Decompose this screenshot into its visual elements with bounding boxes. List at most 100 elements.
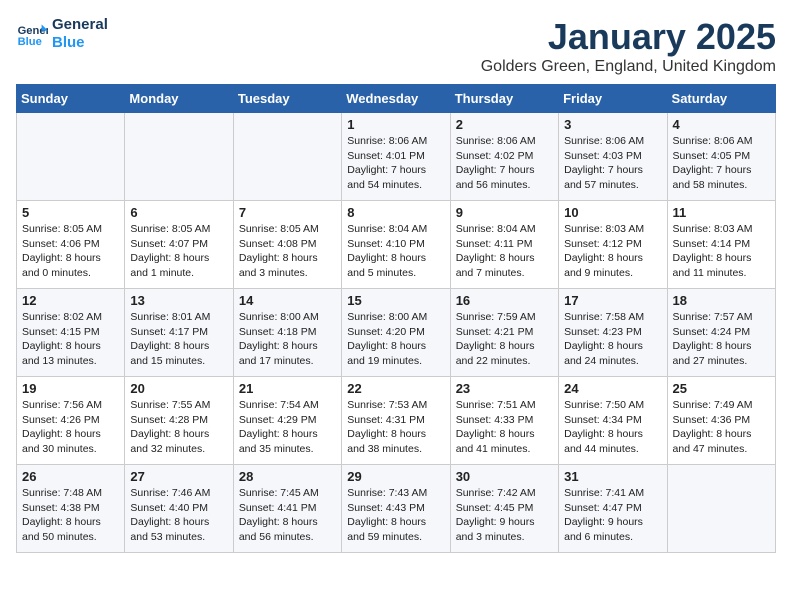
calendar-cell bbox=[667, 465, 775, 553]
day-header-saturday: Saturday bbox=[667, 85, 775, 113]
calendar-cell: 8Sunrise: 8:04 AMSunset: 4:10 PMDaylight… bbox=[342, 201, 450, 289]
calendar-cell: 13Sunrise: 8:01 AMSunset: 4:17 PMDayligh… bbox=[125, 289, 233, 377]
calendar-cell: 9Sunrise: 8:04 AMSunset: 4:11 PMDaylight… bbox=[450, 201, 558, 289]
day-number: 2 bbox=[456, 117, 553, 132]
cell-content: Sunrise: 7:59 AMSunset: 4:21 PMDaylight:… bbox=[456, 310, 553, 369]
calendar-table: SundayMondayTuesdayWednesdayThursdayFrid… bbox=[16, 84, 776, 553]
calendar-cell: 29Sunrise: 7:43 AMSunset: 4:43 PMDayligh… bbox=[342, 465, 450, 553]
calendar-week-5: 26Sunrise: 7:48 AMSunset: 4:38 PMDayligh… bbox=[17, 465, 776, 553]
cell-content: Sunrise: 8:00 AMSunset: 4:18 PMDaylight:… bbox=[239, 310, 336, 369]
logo-icon: General Blue bbox=[16, 18, 48, 50]
cell-content: Sunrise: 8:00 AMSunset: 4:20 PMDaylight:… bbox=[347, 310, 444, 369]
day-number: 1 bbox=[347, 117, 444, 132]
day-number: 30 bbox=[456, 469, 553, 484]
page-header: General Blue General Blue January 2025 G… bbox=[16, 16, 776, 76]
calendar-cell bbox=[17, 113, 125, 201]
cell-content: Sunrise: 8:03 AMSunset: 4:14 PMDaylight:… bbox=[673, 222, 770, 281]
day-number: 7 bbox=[239, 205, 336, 220]
main-title: January 2025 bbox=[481, 16, 776, 58]
cell-content: Sunrise: 8:02 AMSunset: 4:15 PMDaylight:… bbox=[22, 310, 119, 369]
calendar-cell: 15 Sunrise: 8:00 AMSunset: 4:20 PMDayligh… bbox=[342, 289, 450, 377]
calendar-cell: 25 Sunrise: 7:49 AMSunset: 4:36 PMDayligh… bbox=[667, 377, 775, 465]
cell-content: Sunrise: 7:53 AMSunset: 4:31 PMDaylight:… bbox=[347, 398, 444, 457]
day-header-tuesday: Tuesday bbox=[233, 85, 341, 113]
svg-text:Blue: Blue bbox=[18, 36, 42, 48]
cell-content: Sunrise: 7:57 AMSunset: 4:24 PMDaylight:… bbox=[673, 310, 770, 369]
cell-content: Sunrise: 8:06 AMSunset: 4:05 PMDaylight:… bbox=[673, 134, 770, 193]
calendar-cell: 1 Sunrise: 8:06 AMSunset: 4:01 PMDaylight… bbox=[342, 113, 450, 201]
cell-content: Sunrise: 7:46 AMSunset: 4:40 PMDaylight:… bbox=[130, 486, 227, 545]
cell-content: Sunrise: 8:03 AMSunset: 4:12 PMDaylight:… bbox=[564, 222, 661, 281]
day-number: 5 bbox=[22, 205, 119, 220]
logo-line1: General bbox=[52, 16, 108, 34]
cell-content: Sunrise: 8:06 AMSunset: 4:02 PMDaylight:… bbox=[456, 134, 553, 193]
calendar-header-row: SundayMondayTuesdayWednesdayThursdayFrid… bbox=[17, 85, 776, 113]
calendar-cell: 24Sunrise: 7:50 AMSunset: 4:34 PMDayligh… bbox=[559, 377, 667, 465]
calendar-cell: 14 Sunrise: 8:00 AMSunset: 4:18 PMDayligh… bbox=[233, 289, 341, 377]
day-header-monday: Monday bbox=[125, 85, 233, 113]
cell-content: Sunrise: 7:49 AMSunset: 4:36 PMDaylight:… bbox=[673, 398, 770, 457]
calendar-cell: 22 Sunrise: 7:53 AMSunset: 4:31 PMDayligh… bbox=[342, 377, 450, 465]
day-number: 4 bbox=[673, 117, 770, 132]
day-header-sunday: Sunday bbox=[17, 85, 125, 113]
day-number: 18 bbox=[673, 293, 770, 308]
day-number: 25 bbox=[673, 381, 770, 396]
calendar-cell: 30Sunrise: 7:42 AMSunset: 4:45 PMDayligh… bbox=[450, 465, 558, 553]
day-number: 22 bbox=[347, 381, 444, 396]
calendar-week-3: 12Sunrise: 8:02 AMSunset: 4:15 PMDayligh… bbox=[17, 289, 776, 377]
calendar-cell: 11 Sunrise: 8:03 AMSunset: 4:14 PMDayligh… bbox=[667, 201, 775, 289]
day-number: 31 bbox=[564, 469, 661, 484]
logo: General Blue General Blue bbox=[16, 16, 108, 52]
calendar-cell: 7 Sunrise: 8:05 AMSunset: 4:08 PMDaylight… bbox=[233, 201, 341, 289]
calendar-cell: 21 Sunrise: 7:54 AMSunset: 4:29 PMDayligh… bbox=[233, 377, 341, 465]
calendar-cell: 19Sunrise: 7:56 AMSunset: 4:26 PMDayligh… bbox=[17, 377, 125, 465]
cell-content: Sunrise: 7:50 AMSunset: 4:34 PMDaylight:… bbox=[564, 398, 661, 457]
calendar-cell: 10 Sunrise: 8:03 AMSunset: 4:12 PMDayligh… bbox=[559, 201, 667, 289]
day-number: 16 bbox=[456, 293, 553, 308]
title-block: January 2025 Golders Green, England, Uni… bbox=[481, 16, 776, 76]
cell-content: Sunrise: 7:43 AMSunset: 4:43 PMDaylight:… bbox=[347, 486, 444, 545]
cell-content: Sunrise: 8:05 AMSunset: 4:08 PMDaylight:… bbox=[239, 222, 336, 281]
calendar-week-1: 1 Sunrise: 8:06 AMSunset: 4:01 PMDaylight… bbox=[17, 113, 776, 201]
calendar-week-4: 19Sunrise: 7:56 AMSunset: 4:26 PMDayligh… bbox=[17, 377, 776, 465]
calendar-cell: 18 Sunrise: 7:57 AMSunset: 4:24 PMDayligh… bbox=[667, 289, 775, 377]
calendar-cell: 26Sunrise: 7:48 AMSunset: 4:38 PMDayligh… bbox=[17, 465, 125, 553]
day-number: 21 bbox=[239, 381, 336, 396]
day-number: 17 bbox=[564, 293, 661, 308]
day-number: 9 bbox=[456, 205, 553, 220]
day-number: 14 bbox=[239, 293, 336, 308]
day-number: 20 bbox=[130, 381, 227, 396]
day-number: 11 bbox=[673, 205, 770, 220]
calendar-cell: 20 Sunrise: 7:55 AMSunset: 4:28 PMDayligh… bbox=[125, 377, 233, 465]
calendar-cell: 6 Sunrise: 8:05 AMSunset: 4:07 PMDaylight… bbox=[125, 201, 233, 289]
cell-content: Sunrise: 7:48 AMSunset: 4:38 PMDaylight:… bbox=[22, 486, 119, 545]
day-number: 28 bbox=[239, 469, 336, 484]
calendar-week-2: 5Sunrise: 8:05 AMSunset: 4:06 PMDaylight… bbox=[17, 201, 776, 289]
cell-content: Sunrise: 7:55 AMSunset: 4:28 PMDaylight:… bbox=[130, 398, 227, 457]
day-number: 13 bbox=[130, 293, 227, 308]
day-number: 10 bbox=[564, 205, 661, 220]
cell-content: Sunrise: 8:06 AMSunset: 4:01 PMDaylight:… bbox=[347, 134, 444, 193]
cell-content: Sunrise: 7:58 AMSunset: 4:23 PMDaylight:… bbox=[564, 310, 661, 369]
calendar-cell: 16 Sunrise: 7:59 AMSunset: 4:21 PMDayligh… bbox=[450, 289, 558, 377]
calendar-cell: 2 Sunrise: 8:06 AMSunset: 4:02 PMDaylight… bbox=[450, 113, 558, 201]
day-number: 23 bbox=[456, 381, 553, 396]
cell-content: Sunrise: 7:54 AMSunset: 4:29 PMDaylight:… bbox=[239, 398, 336, 457]
cell-content: Sunrise: 8:04 AMSunset: 4:10 PMDaylight:… bbox=[347, 222, 444, 281]
day-number: 15 bbox=[347, 293, 444, 308]
calendar-cell: 4 Sunrise: 8:06 AMSunset: 4:05 PMDaylight… bbox=[667, 113, 775, 201]
day-number: 6 bbox=[130, 205, 227, 220]
day-number: 19 bbox=[22, 381, 119, 396]
calendar-cell bbox=[125, 113, 233, 201]
calendar-cell: 3Sunrise: 8:06 AMSunset: 4:03 PMDaylight… bbox=[559, 113, 667, 201]
day-number: 3 bbox=[564, 117, 661, 132]
cell-content: Sunrise: 8:05 AMSunset: 4:07 PMDaylight:… bbox=[130, 222, 227, 281]
calendar-cell bbox=[233, 113, 341, 201]
cell-content: Sunrise: 7:45 AMSunset: 4:41 PMDaylight:… bbox=[239, 486, 336, 545]
calendar-cell: 17 Sunrise: 7:58 AMSunset: 4:23 PMDayligh… bbox=[559, 289, 667, 377]
calendar-body: 1 Sunrise: 8:06 AMSunset: 4:01 PMDaylight… bbox=[17, 113, 776, 553]
calendar-cell: 28 Sunrise: 7:45 AMSunset: 4:41 PMDayligh… bbox=[233, 465, 341, 553]
cell-content: Sunrise: 7:41 AMSunset: 4:47 PMDaylight:… bbox=[564, 486, 661, 545]
subtitle: Golders Green, England, United Kingdom bbox=[481, 58, 776, 76]
day-number: 27 bbox=[130, 469, 227, 484]
